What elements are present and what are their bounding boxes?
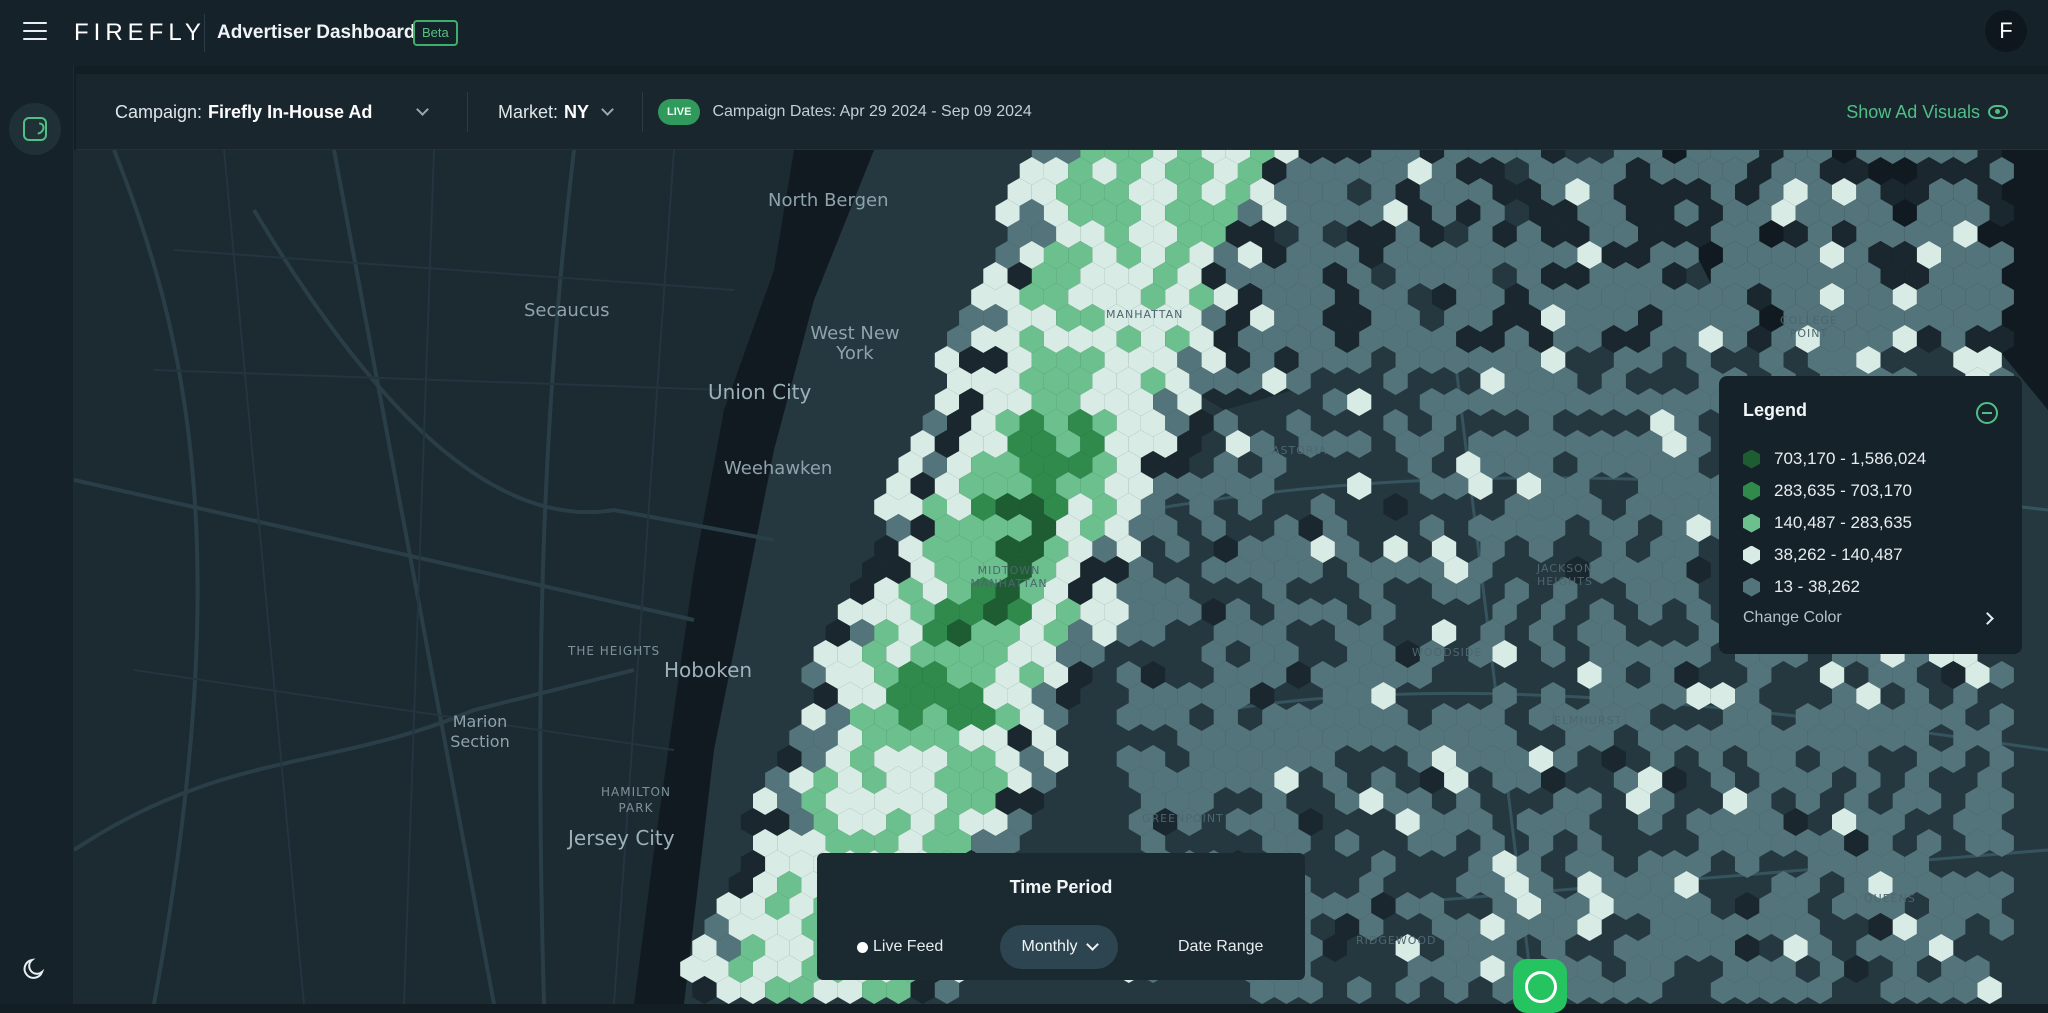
map-label: Marion Section xyxy=(450,712,510,751)
campaign-value: Firefly In-House Ad xyxy=(208,101,373,122)
legend-item: 140,487 - 283,635 xyxy=(1743,507,1998,539)
map-label: THE HEIGHTS xyxy=(568,644,661,658)
map-label: ELMHURST xyxy=(1554,714,1623,727)
density-hexagon xyxy=(1989,661,2014,689)
beta-badge: Beta xyxy=(413,20,458,46)
time-period-title: Time Period xyxy=(1009,877,1113,897)
map-label: MANHATTAN xyxy=(1106,308,1184,321)
map-label: WOODSIDE xyxy=(1412,646,1483,659)
monthly-dropdown[interactable]: Monthly xyxy=(1000,925,1118,969)
map-label: ASTORIA xyxy=(1272,444,1328,457)
map-label: West New York xyxy=(810,323,900,364)
density-hexagon xyxy=(1334,829,1360,857)
map-label: Weehawken xyxy=(724,458,833,479)
avatar[interactable]: F xyxy=(1985,10,2027,52)
density-hexagon xyxy=(1225,808,1251,836)
dashboard-nav-button[interactable] xyxy=(9,103,61,155)
density-hexagon xyxy=(1347,976,1372,1004)
campaign-status: LIVE Campaign Dates: Apr 29 2024 - Sep 0… xyxy=(658,74,1032,150)
campaign-dates: Campaign Dates: Apr 29 2024 - Sep 09 202… xyxy=(712,103,1032,120)
legend-range: 38,262 - 140,487 xyxy=(1774,545,1903,564)
density-hexagon xyxy=(1322,388,1348,416)
legend-range: 283,635 - 703,170 xyxy=(1774,481,1913,500)
live-feed-label: Live Feed xyxy=(873,938,944,955)
map-label: JACKSON HEIGHTS xyxy=(1536,562,1594,588)
menu-icon[interactable] xyxy=(23,22,47,42)
legend-panel: Legend 703,170 - 1,586,024 283,635 - 703,… xyxy=(1719,376,2022,654)
market-label: Market: xyxy=(498,101,559,122)
hexagon-swatch-icon xyxy=(1743,545,1760,565)
hexagon-swatch-icon xyxy=(1743,449,1760,469)
legend-title: Legend xyxy=(1743,400,1808,420)
page-title: Advertiser Dashboard xyxy=(217,22,416,43)
radio-dot-icon xyxy=(857,941,868,953)
legend-item: 703,170 - 1,586,024 xyxy=(1743,443,1998,475)
hexagon-swatch-icon xyxy=(1743,513,1760,533)
map-label: GREENPOINT xyxy=(1142,812,1224,825)
show-ad-visuals-button[interactable]: Show Ad Visuals xyxy=(1846,74,2008,150)
map-label: Hoboken xyxy=(664,658,753,682)
legend-item: 283,635 - 703,170 xyxy=(1743,475,1998,507)
map-label: HAMILTON PARK xyxy=(601,785,671,815)
map-label: Secaucus xyxy=(524,300,610,321)
density-hexagon xyxy=(1383,493,1408,521)
density-hexagon xyxy=(1347,430,1372,458)
date-range-label: Date Range xyxy=(1178,938,1264,955)
filter-bar: Campaign: Firefly In-House Ad Market: NY… xyxy=(76,74,2048,150)
density-hexagon xyxy=(1347,388,1372,416)
map-label: Jersey City xyxy=(568,826,675,850)
legend-range: 140,487 - 283,635 xyxy=(1774,513,1913,532)
campaign-select[interactable]: Campaign: Firefly In-House Ad xyxy=(115,74,430,150)
legend-item: 13 - 38,262 xyxy=(1743,571,1998,603)
legend-list: 703,170 - 1,586,024 283,635 - 703,170 140,… xyxy=(1743,443,1998,603)
chevron-down-icon xyxy=(601,103,614,116)
legend-range: 703,170 - 1,586,024 xyxy=(1774,449,1927,468)
chevron-right-icon xyxy=(1981,611,1994,625)
eye-icon xyxy=(1988,105,2008,119)
map-label: Union City xyxy=(708,380,812,404)
dark-mode-icon[interactable] xyxy=(22,956,48,982)
show-ad-visuals-label: Show Ad Visuals xyxy=(1846,101,1980,122)
gauge-icon xyxy=(23,117,47,141)
logo[interactable]: FIREFLY xyxy=(74,19,206,47)
hexagon-swatch-icon xyxy=(1743,481,1760,501)
market-select[interactable]: Market: NY xyxy=(498,74,614,150)
date-range-option[interactable]: Date Range xyxy=(1178,925,1263,969)
map-label: QUEENS xyxy=(1864,892,1916,905)
change-color-label: Change Color xyxy=(1743,609,1842,626)
live-feed-option[interactable]: Live Feed xyxy=(857,925,943,969)
divider xyxy=(204,14,205,52)
density-hexagon xyxy=(1347,472,1372,500)
density-hexagon xyxy=(1298,598,1323,626)
map-label: North Bergen xyxy=(768,190,889,211)
monthly-label: Monthly xyxy=(1021,938,1078,955)
legend-range: 13 - 38,262 xyxy=(1774,577,1861,596)
campaign-label: Campaign: xyxy=(115,101,203,122)
legend-item: 38,262 - 140,487 xyxy=(1743,539,1998,571)
divider xyxy=(642,92,643,132)
chevron-down-icon xyxy=(1085,938,1099,951)
side-rail xyxy=(0,66,74,1004)
divider xyxy=(467,92,468,132)
map-label: COLLEGE POINT xyxy=(1779,314,1839,340)
density-hexagon xyxy=(1395,892,1420,920)
top-bar: FIREFLY Advertiser Dashboard Beta F xyxy=(0,0,2048,66)
time-period-panel: Time Period Live Feed Monthly Date Range xyxy=(817,853,1305,980)
change-color-button[interactable]: Change Color xyxy=(1743,609,1998,627)
market-value: NY xyxy=(564,101,590,122)
collapse-icon[interactable] xyxy=(1976,402,1998,424)
hexagon-swatch-icon xyxy=(1743,577,1760,597)
map-label: RIDGEWOOD xyxy=(1356,934,1437,947)
chevron-down-icon xyxy=(416,103,430,116)
live-badge: LIVE xyxy=(658,99,701,125)
whatsapp-icon[interactable] xyxy=(1513,959,1567,1013)
map-label: MIDTOWN MANHATTAN xyxy=(970,564,1048,590)
